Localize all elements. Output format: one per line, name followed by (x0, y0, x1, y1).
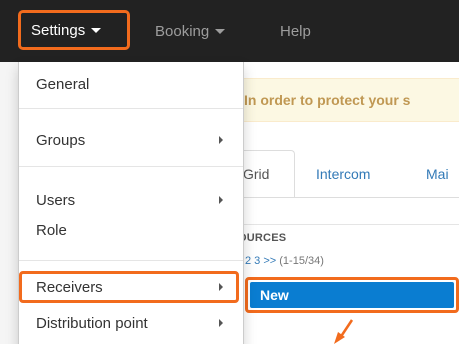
app-root: In order to protect your s Grid Intercom… (0, 0, 459, 344)
caret-down-icon (91, 27, 102, 33)
alert-text: In order to protect your s (244, 92, 411, 108)
tab-intercom[interactable]: Intercom (316, 150, 370, 197)
booking-menu-button[interactable]: Booking (155, 0, 226, 62)
menu-item-label: Users (36, 191, 76, 209)
content-divider (232, 224, 459, 225)
left-panel-edge (0, 62, 19, 344)
menu-item-groups[interactable]: Groups (19, 127, 243, 153)
menu-divider (19, 166, 243, 167)
new-button[interactable]: New (250, 282, 454, 308)
menu-item-receivers[interactable]: Receivers (19, 274, 243, 300)
chevron-right-icon (219, 136, 223, 144)
pagination-range: (1-15/34) (279, 255, 324, 267)
new-button-highlight: New (245, 277, 459, 313)
chevron-right-icon (219, 319, 223, 327)
chevron-right-icon (219, 196, 223, 204)
menu-item-role[interactable]: Role (19, 217, 243, 243)
tabs-underline (232, 197, 459, 198)
pagination: 2 3 >> (1-15/34) (245, 255, 324, 267)
menu-divider (19, 260, 243, 261)
tab-grid-label: Grid (243, 166, 270, 182)
menu-item-label: General (36, 75, 90, 93)
menu-divider (19, 108, 243, 109)
arrow-down-left-icon (334, 319, 354, 344)
tab-intercom-label: Intercom (316, 165, 371, 182)
resources-heading: OURCES (238, 232, 287, 244)
warning-alert: In order to protect your s (232, 78, 459, 122)
settings-dropdown: General Groups Users Role Receivers Dist… (18, 62, 244, 344)
chevron-right-icon (219, 283, 223, 291)
booking-label: Booking (155, 22, 210, 40)
menu-item-label: Role (36, 221, 67, 239)
settings-menu-button[interactable]: Settings (18, 10, 130, 50)
menu-item-distribution-point[interactable]: Distribution point (19, 310, 243, 336)
tab-main[interactable]: Mai (426, 150, 449, 197)
settings-label: Settings (31, 21, 86, 39)
pagination-links[interactable]: 2 3 >> (245, 255, 276, 267)
help-menu-button[interactable]: Help (280, 0, 311, 62)
new-button-label: New (260, 287, 289, 303)
menu-item-users[interactable]: Users (19, 187, 243, 213)
menu-item-label: Distribution point (36, 314, 148, 332)
tab-main-label: Mai (426, 165, 449, 182)
help-label: Help (280, 22, 311, 40)
menu-item-label: Receivers (36, 278, 103, 296)
menu-item-label: Groups (36, 131, 86, 149)
menu-item-general[interactable]: General (19, 71, 243, 97)
caret-down-icon (215, 28, 226, 34)
